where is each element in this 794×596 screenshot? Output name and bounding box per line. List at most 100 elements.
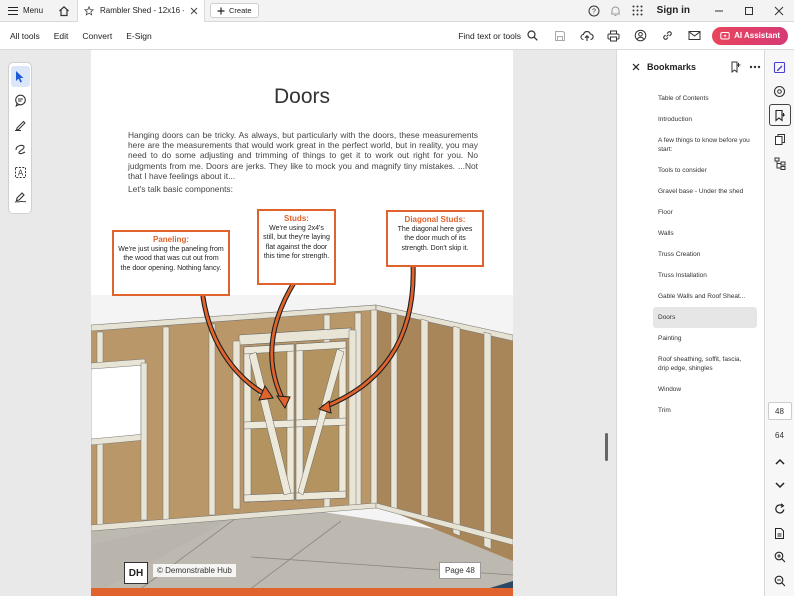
structure-panel-button[interactable] (769, 152, 791, 174)
paneling-callout-title: Paneling: (152, 235, 189, 244)
select-tool[interactable] (10, 66, 30, 87)
svg-text:?: ? (592, 8, 596, 15)
sign-tool[interactable] (11, 186, 30, 207)
add-bookmark-button[interactable] (725, 50, 745, 84)
document-tab[interactable]: Rambler Shed - 12x16 - ... (77, 0, 206, 22)
bookmark-item[interactable]: Roof sheathing, soffit, fascia, drip edg… (653, 349, 757, 379)
tab-title: Rambler Shed - 12x16 - ... (100, 6, 184, 15)
diagonal-studs-callout-title: Diagonal Studs: (404, 215, 466, 224)
bookmark-item[interactable]: A few things to know before you start: (653, 130, 757, 160)
paneling-callout: Paneling: We're just using the paneling … (112, 230, 230, 296)
bookmark-item[interactable]: Table of Contents (653, 88, 757, 109)
bookmark-item[interactable]: Tools to consider (653, 160, 757, 181)
bookmark-item[interactable]: Painting (653, 328, 757, 349)
structure-tree-icon (774, 157, 785, 170)
right-rail: 48 64 (764, 50, 794, 596)
page-accent-bar (91, 588, 513, 596)
bookmark-item[interactable]: Truss Installation (653, 265, 757, 286)
document-scrollbar[interactable] (605, 433, 608, 461)
menu-label: Menu (23, 6, 44, 15)
apps-button[interactable] (627, 0, 649, 22)
bookmark-item[interactable]: Truss Creation (653, 244, 757, 265)
close-window-button[interactable] (764, 0, 794, 22)
draw-tool[interactable] (11, 138, 30, 159)
add-bookmark-icon (731, 61, 740, 73)
close-bookmarks-button[interactable] (625, 50, 647, 84)
comment-tool[interactable] (11, 90, 30, 111)
next-page-button[interactable] (769, 474, 791, 496)
callout-arrows (200, 261, 416, 414)
chevron-up-icon (774, 458, 785, 465)
printer-icon (607, 30, 620, 41)
main-toolbar: All tools Edit Convert E-Sign Find text … (0, 22, 794, 50)
link-icon (663, 31, 672, 40)
home-button[interactable] (51, 0, 77, 22)
upload-button[interactable] (573, 22, 600, 50)
print-button[interactable] (600, 22, 627, 50)
pages-panel-button[interactable] (769, 128, 791, 150)
quick-tools-panel: A (8, 62, 32, 214)
create-button[interactable]: Create (210, 3, 259, 18)
email-button[interactable] (681, 22, 708, 50)
create-label: Create (229, 6, 252, 15)
comments-panel-button[interactable] (769, 80, 791, 102)
diagonal-studs-callout: Diagonal Studs: The diagonal here gives … (386, 210, 484, 267)
text-box-icon: A (14, 167, 26, 178)
find-tools-field[interactable]: Find text or tools (458, 30, 538, 41)
close-tab-icon[interactable] (190, 7, 198, 15)
share-button[interactable] (627, 22, 654, 50)
bell-icon (611, 6, 621, 16)
menu-button[interactable]: Menu (0, 0, 51, 22)
link-button[interactable] (654, 22, 681, 50)
bookmarks-more-button[interactable] (745, 50, 765, 84)
rotate-icon (774, 503, 784, 514)
page-fit-icon (775, 527, 784, 539)
bookmark-item[interactable]: Floor (653, 202, 757, 223)
minimize-button[interactable] (704, 0, 734, 22)
document-page[interactable]: Doors Hanging doors can be tricky. As al… (91, 50, 513, 596)
save-button[interactable] (546, 22, 573, 50)
studs-callout: Studs: We're using 2x4's still, but they… (257, 209, 336, 285)
zoom-in-icon (774, 551, 785, 563)
zoom-out-icon (774, 575, 785, 587)
bookmark-item[interactable]: Gravel base - Under the shed (653, 181, 757, 202)
previous-page-button[interactable] (769, 450, 791, 472)
zoom-in-button[interactable] (769, 546, 791, 568)
bookmark-item[interactable]: Doors (653, 307, 757, 328)
ai-assistant-label: AI Assistant (734, 31, 780, 40)
share-user-icon (634, 29, 647, 42)
notifications-button[interactable] (605, 0, 627, 22)
bookmark-item[interactable]: Trim (653, 400, 757, 421)
highlight-tool[interactable] (11, 114, 30, 135)
help-icon: ? (588, 5, 600, 16)
esign-menu[interactable]: E-Sign (116, 31, 152, 41)
zoom-out-button[interactable] (769, 570, 791, 592)
rotate-button[interactable] (769, 498, 791, 520)
all-tools-menu[interactable]: All tools (0, 31, 40, 41)
bookmark-item[interactable]: Gable Walls and Roof Sheat... (653, 286, 757, 307)
search-icon (527, 30, 538, 41)
maximize-icon (745, 6, 753, 15)
bookmarks-panel-button[interactable] (768, 104, 791, 126)
dh-logo: DH (124, 562, 148, 584)
page-view-button[interactable] (769, 522, 791, 544)
ai-assistant-button[interactable]: AI Assistant (712, 26, 788, 45)
paneling-callout-body: We're just using the paneling from the w… (118, 246, 224, 272)
sign-in-button[interactable]: Sign in (649, 5, 704, 16)
edit-menu[interactable]: Edit (44, 31, 69, 41)
pages-icon (774, 133, 785, 145)
edit-panel-button[interactable] (769, 56, 791, 78)
maximize-button[interactable] (734, 0, 764, 22)
current-page-field[interactable]: 48 (767, 402, 792, 420)
studs-callout-body: We're using 2x4's still, but they're lay… (263, 225, 330, 261)
help-button[interactable]: ? (583, 0, 605, 22)
convert-menu[interactable]: Convert (72, 31, 112, 41)
star-icon[interactable] (84, 5, 95, 16)
save-icon (554, 30, 565, 41)
bookmark-item[interactable]: Window (653, 379, 757, 400)
bookmark-item[interactable]: Introduction (653, 109, 757, 130)
signature-pen-icon (14, 192, 26, 203)
bookmark-item[interactable]: Walls (653, 223, 757, 244)
ai-assistant-icon (720, 31, 730, 39)
text-box-tool[interactable]: A (11, 162, 30, 183)
